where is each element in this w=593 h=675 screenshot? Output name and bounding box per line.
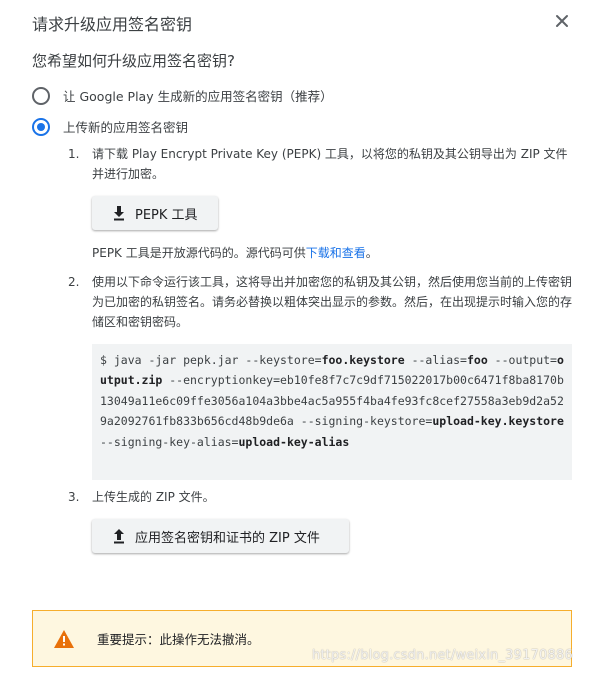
- dialog-title: 请求升级应用签名密钥: [32, 15, 193, 34]
- radio-upload-new-key[interactable]: [32, 117, 50, 136]
- command-signing-keystore: upload-key.keystore: [432, 414, 564, 429]
- command-signing-key-alias: upload-key-alias: [238, 434, 350, 449]
- close-button[interactable]: [553, 12, 571, 30]
- watermark: https://blog.csdn.net/weixin_39170886: [312, 648, 573, 663]
- close-icon: [556, 15, 568, 27]
- option-upload-new-key[interactable]: 上传新的应用签名密钥: [32, 117, 188, 136]
- step-1-text: 请下载 Play Encrypt Private Key (PEPK) 工具，以…: [92, 147, 568, 181]
- upload-zip-button[interactable]: 应用签名密钥和证书的 ZIP 文件: [92, 519, 349, 553]
- pepk-tool-button[interactable]: PEPK 工具: [92, 196, 218, 230]
- download-icon: [114, 206, 124, 221]
- upgrade-signing-key-dialog: 请求升级应用签名密钥 您希望如何升级应用签名密钥? 让 Google Play …: [0, 0, 593, 675]
- command-part-3: --output=: [487, 353, 557, 367]
- pepk-open-source-note: PEPK 工具是开放源代码的。源代码可供下载和查看。: [92, 244, 378, 261]
- command-part-5: --signing-key-alias=: [100, 434, 239, 449]
- command-part-2: --alias=: [404, 353, 467, 367]
- pepk-command-block: $ java -jar pepk.jar --keystore=foo.keys…: [92, 344, 572, 480]
- command-part-1: $ java -jar pepk.jar --keystore=: [100, 353, 322, 367]
- step-2-number: 2.: [68, 275, 80, 289]
- radio-google-generate[interactable]: [32, 86, 50, 105]
- option-google-generate-label: 让 Google Play 生成新的应用签名密钥（推荐）: [63, 89, 333, 104]
- warning-icon: [54, 629, 74, 648]
- option-upload-new-key-label: 上传新的应用签名密钥: [63, 120, 189, 135]
- upload-icon: [114, 529, 124, 544]
- download-and-view-link[interactable]: 下载和查看: [306, 246, 366, 260]
- step-2-text: 使用以下命令运行该工具，这将导出并加密您的私钥及其公钥，然后使用您当前的上传密钥…: [92, 275, 573, 329]
- command-alias: foo: [466, 353, 488, 367]
- step-3-number: 3.: [68, 490, 80, 504]
- command-keystore: foo.keystore: [321, 353, 405, 367]
- note-prefix: PEPK 工具是开放源代码的。源代码可供: [92, 246, 306, 260]
- step-1-number: 1.: [68, 147, 80, 161]
- step-3-text: 上传生成的 ZIP 文件。: [92, 490, 215, 504]
- warning-text: 重要提示：此操作无法撤消。: [97, 632, 260, 647]
- pepk-tool-button-label: PEPK 工具: [135, 207, 198, 223]
- option-google-generate[interactable]: 让 Google Play 生成新的应用签名密钥（推荐）: [32, 86, 333, 105]
- dialog-question: 您希望如何升级应用签名密钥?: [32, 52, 235, 70]
- upload-zip-button-label: 应用签名密钥和证书的 ZIP 文件: [135, 530, 320, 546]
- note-suffix: 。: [365, 246, 378, 260]
